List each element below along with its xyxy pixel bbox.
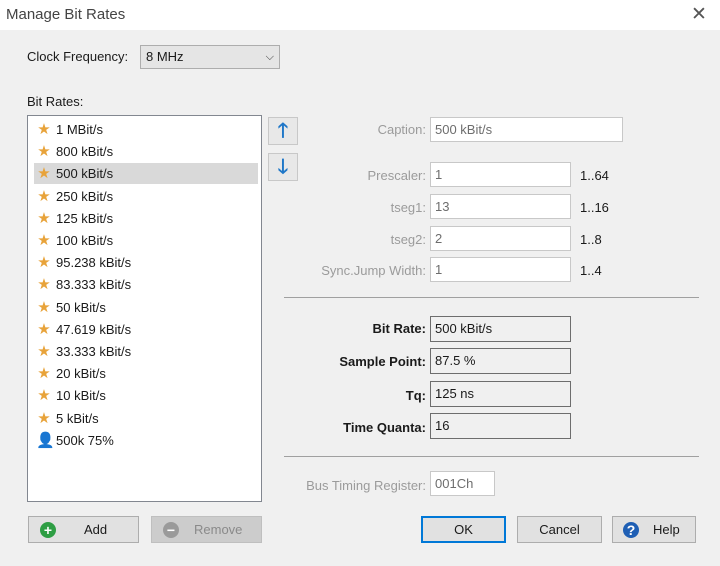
- list-item[interactable]: ★ 100 kBit/s: [34, 230, 258, 251]
- help-button[interactable]: ? Help: [612, 516, 696, 543]
- list-item-label: 95.238 kBit/s: [56, 255, 132, 271]
- bit-rates-label: Bit Rates:: [27, 94, 84, 109]
- list-item-label: 100 kBit/s: [56, 233, 114, 248]
- move-up-button[interactable]: 🡑: [268, 117, 298, 145]
- list-item-label: 50 kBit/s: [56, 299, 106, 315]
- list-item-label: 47.619 kBit/s: [56, 321, 132, 337]
- star-icon: ★: [37, 343, 51, 360]
- list-item-label: 20 kBit/s: [56, 366, 106, 382]
- time-quanta-label: Time Quanta:: [343, 420, 426, 435]
- list-item[interactable]: ★ 83.333 kBit/s: [34, 274, 258, 295]
- star-icon: ★: [37, 254, 51, 272]
- list-item-label: 83.333 kBit/s: [56, 277, 132, 293]
- sample-point-label: Sample Point:: [339, 354, 426, 369]
- help-icon: ?: [623, 522, 639, 538]
- separator: [284, 456, 699, 457]
- window-title: Manage Bit Rates: [6, 6, 126, 23]
- user-icon: 👤: [36, 431, 55, 449]
- tseg2-label: tseg2:: [390, 232, 426, 247]
- star-icon: ★: [37, 121, 51, 138]
- close-icon[interactable]: ✕: [684, 2, 714, 28]
- manage-bit-rates-dialog: Manage Bit Rates ✕ Clock Frequency: 8 MH…: [0, 0, 720, 566]
- prescaler-range: 1..64: [580, 168, 609, 183]
- help-button-label: Help: [653, 522, 680, 537]
- bit-rates-list[interactable]: ★ 1 MBit/s ★ 800 kBit/s ★ 500 kBit/s ★ 250 kBit…: [27, 115, 262, 502]
- list-item[interactable]: ★ 10 kBit/s: [34, 385, 258, 406]
- title-bar: Manage Bit Rates ✕: [0, 0, 720, 30]
- prescaler-label: Prescaler:: [367, 168, 426, 183]
- list-item-label: 1 MBit/s: [56, 122, 103, 137]
- tseg1-range: 1..16: [580, 200, 609, 215]
- caption-label: Caption:: [377, 122, 426, 137]
- star-icon: ★: [37, 165, 51, 183]
- list-item-label: 5 kBit/s: [56, 410, 99, 426]
- tq-value: 125 ns: [430, 381, 571, 407]
- list-item-label: 10 kBit/s: [56, 388, 106, 404]
- list-item[interactable]: ★ 1 MBit/s: [34, 119, 258, 140]
- clock-frequency-value: 8 MHz: [146, 49, 184, 64]
- star-icon: ★: [37, 232, 51, 249]
- sync-jump-width-range: 1..4: [580, 263, 602, 278]
- list-item-label: 800 kBit/s: [56, 144, 114, 160]
- star-icon: ★: [37, 320, 51, 338]
- list-item[interactable]: ★ 33.333 kBit/s: [34, 341, 258, 362]
- chevron-down-icon: ⌵: [265, 51, 274, 63]
- star-icon: ★: [37, 298, 51, 316]
- separator: [284, 297, 699, 298]
- star-icon: ★: [37, 387, 51, 405]
- sample-point-value: 87.5 %: [430, 348, 571, 374]
- list-item[interactable]: ★ 20 kBit/s: [34, 363, 258, 384]
- arrow-down-icon: 🡓: [277, 156, 289, 178]
- star-icon: ★: [37, 187, 51, 205]
- list-item[interactable]: ★ 50 kBit/s: [34, 297, 258, 318]
- list-item-label: 250 kBit/s: [56, 188, 114, 204]
- list-item[interactable]: ★ 5 kBit/s: [34, 408, 258, 429]
- clock-frequency-label: Clock Frequency:: [27, 49, 128, 64]
- caption-field[interactable]: 500 kBit/s: [430, 117, 623, 142]
- tseg1-label: tseg1:: [390, 200, 426, 215]
- list-item[interactable]: ★ 47.619 kBit/s: [34, 319, 258, 340]
- time-quanta-value: 16: [430, 413, 571, 439]
- list-item-label: 500 kBit/s: [56, 166, 114, 182]
- ok-button[interactable]: OK: [421, 516, 506, 543]
- list-item[interactable]: ★ 500 kBit/s: [34, 163, 258, 185]
- clock-frequency-select[interactable]: 8 MHz ⌵: [140, 45, 280, 69]
- tq-label: Tq:: [405, 388, 426, 403]
- arrow-up-icon: 🡑: [277, 120, 289, 142]
- list-item-label: 33.333 kBit/s: [56, 344, 132, 359]
- list-item[interactable]: ★ 250 kBit/s: [34, 186, 258, 207]
- plus-circle-icon: +: [40, 522, 56, 538]
- move-down-button[interactable]: 🡓: [268, 153, 298, 181]
- minus-circle-icon: −: [163, 522, 179, 538]
- bus-timing-register-label: Bus Timing Register:: [306, 478, 426, 493]
- sync-jump-width-field[interactable]: 1: [430, 257, 571, 282]
- bit-rate-label: Bit Rate:: [372, 321, 426, 336]
- star-icon: ★: [37, 209, 51, 227]
- star-icon: ★: [37, 409, 51, 427]
- add-button[interactable]: + Add: [28, 516, 139, 543]
- list-item[interactable]: ★ 125 kBit/s: [34, 208, 258, 229]
- list-item-label: 500k 75%: [56, 432, 114, 448]
- tseg1-field[interactable]: 13: [430, 194, 571, 219]
- prescaler-field[interactable]: 1: [430, 162, 571, 187]
- remove-button-label: Remove: [194, 522, 243, 537]
- tseg2-range: 1..8: [580, 232, 602, 247]
- star-icon: ★: [37, 143, 51, 161]
- clock-frequency-label-text: Clock Frequency:: [27, 49, 129, 64]
- star-icon: ★: [37, 365, 51, 383]
- star-icon: ★: [37, 276, 51, 294]
- list-item-label: 125 kBit/s: [56, 210, 114, 226]
- list-item[interactable]: ★ 95.238 kBit/s: [34, 252, 258, 273]
- bus-timing-register-field[interactable]: 001Ch: [430, 471, 495, 496]
- remove-button[interactable]: − Remove: [151, 516, 262, 543]
- cancel-button[interactable]: Cancel: [517, 516, 602, 543]
- sync-jump-width-label: Sync.Jump Width:: [321, 263, 426, 278]
- list-item[interactable]: ★ 800 kBit/s: [34, 141, 258, 162]
- tseg2-field[interactable]: 2: [430, 226, 571, 251]
- list-item[interactable]: 👤 500k 75%: [34, 430, 258, 451]
- add-button-label: Add: [84, 522, 108, 537]
- bit-rate-value: 500 kBit/s: [430, 316, 571, 342]
